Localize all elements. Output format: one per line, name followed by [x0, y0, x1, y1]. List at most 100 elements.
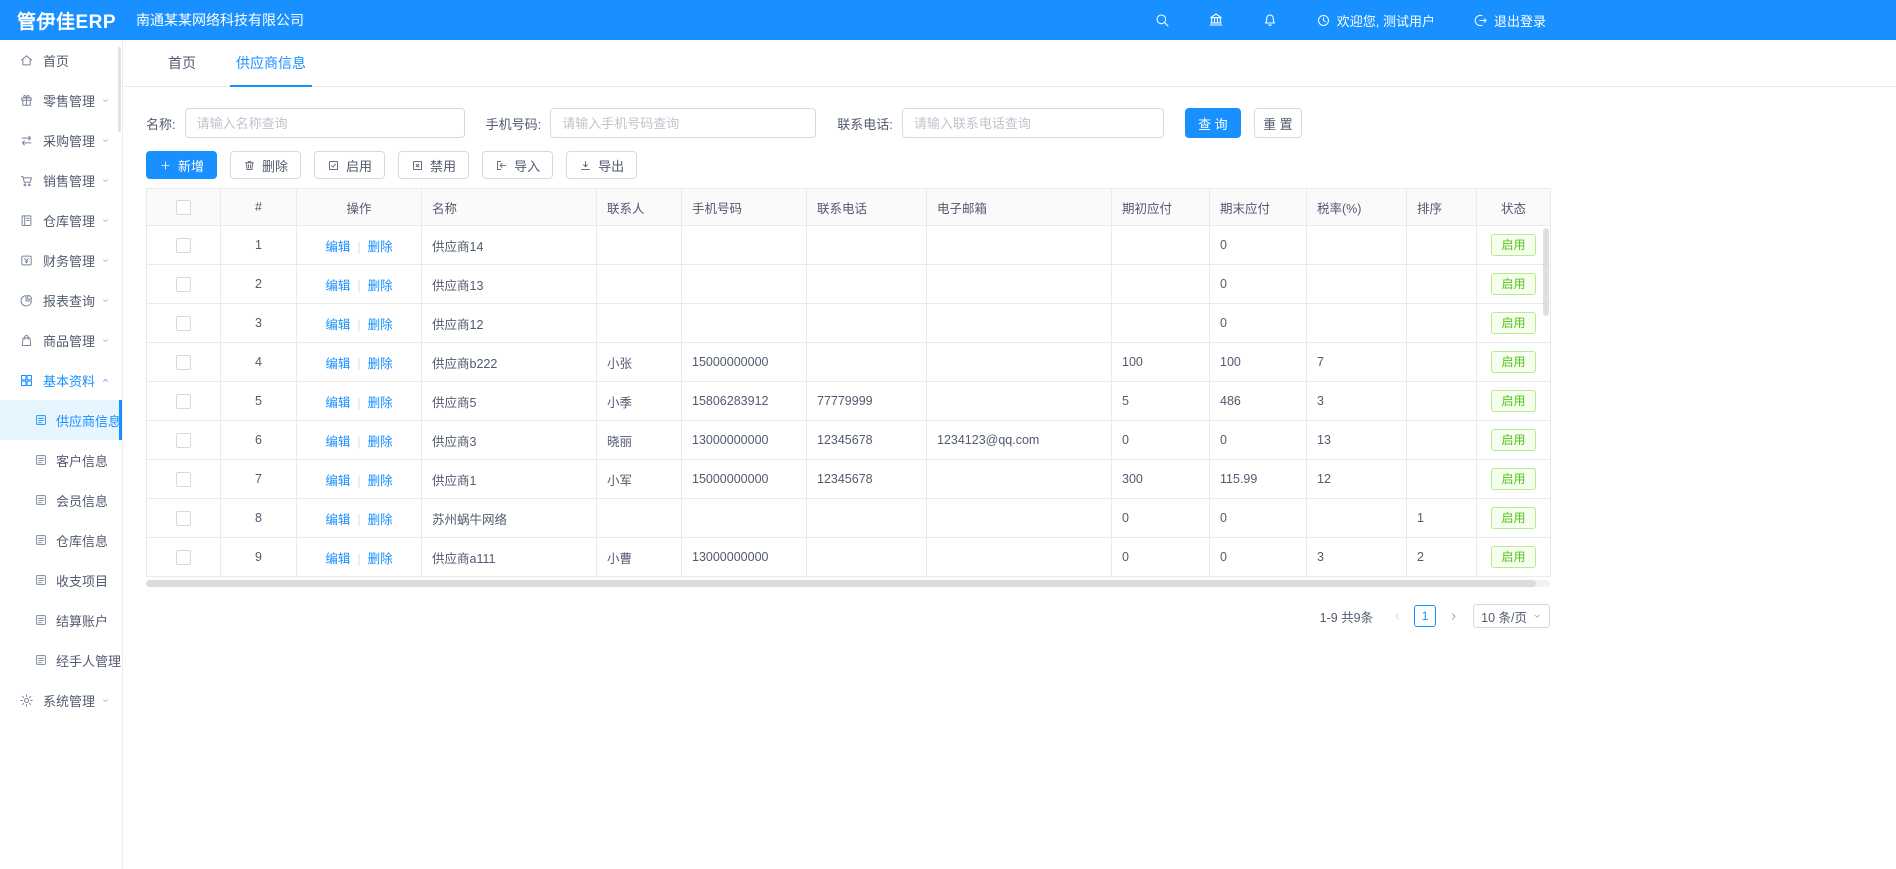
cell-phone — [807, 538, 927, 577]
toolbar: 新增删除启用禁用导入导出 — [146, 151, 1896, 179]
cell-end_payable: 115.99 — [1210, 460, 1307, 499]
vertical-scrollbar[interactable] — [1543, 228, 1549, 316]
sidebar-item-2[interactable]: 采购管理 — [0, 120, 122, 160]
edit-link[interactable]: 编辑 — [325, 396, 350, 410]
row-checkbox[interactable] — [176, 355, 191, 370]
sidebar-item-7[interactable]: 商品管理 — [0, 320, 122, 360]
edit-link[interactable]: 编辑 — [325, 318, 350, 332]
query-button[interactable]: 查 询 — [1185, 108, 1241, 138]
pie-chart-icon — [19, 293, 34, 308]
edit-link[interactable]: 编辑 — [325, 240, 350, 254]
sidebar-subitem-5[interactable]: 结算账户 — [0, 600, 122, 640]
row-select-cell — [147, 343, 221, 382]
next-page-button[interactable] — [1442, 605, 1464, 627]
page-number-button[interactable]: 1 — [1414, 605, 1436, 627]
horizontal-scrollbar[interactable] — [146, 580, 1536, 587]
sidebar-subitem-0[interactable]: 供应商信息 — [0, 400, 122, 440]
sidebar-subitem-1[interactable]: 客户信息 — [0, 440, 122, 480]
chevron-down-icon — [101, 136, 110, 145]
edit-link[interactable]: 编辑 — [325, 474, 350, 488]
sidebar-item-5[interactable]: 财务管理 — [0, 240, 122, 280]
cell-name: 供应商14 — [422, 226, 597, 265]
row-checkbox[interactable] — [176, 550, 191, 565]
sidebar-subitem-3[interactable]: 仓库信息 — [0, 520, 122, 560]
sidebar-item-label: 基本资料 — [43, 371, 95, 390]
edit-link[interactable]: 编辑 — [325, 435, 350, 449]
enable-button[interactable]: 启用 — [314, 151, 385, 179]
sidebar-item-3[interactable]: 销售管理 — [0, 160, 122, 200]
row-checkbox[interactable] — [176, 316, 191, 331]
import-button[interactable]: 导入 — [482, 151, 553, 179]
table-row: 9编辑|删除供应商a111小曹130000000000032启用 — [147, 538, 1551, 577]
tab-1[interactable]: 供应商信息 — [216, 40, 326, 86]
delete-link[interactable]: 删除 — [368, 513, 393, 527]
edit-link[interactable]: 编辑 — [325, 513, 350, 527]
row-checkbox[interactable] — [176, 394, 191, 409]
sidebar-item-0[interactable]: 首页 — [0, 40, 122, 80]
delete-link[interactable]: 删除 — [368, 396, 393, 410]
cell-contact — [597, 304, 682, 343]
delete-link[interactable]: 删除 — [368, 435, 393, 449]
row-checkbox[interactable] — [176, 238, 191, 253]
sidebar-item-1[interactable]: 零售管理 — [0, 80, 122, 120]
sidebar-subitem-4[interactable]: 收支项目 — [0, 560, 122, 600]
disable-button[interactable]: 禁用 — [398, 151, 469, 179]
row-checkbox[interactable] — [176, 277, 191, 292]
cell-contact: 小军 — [597, 460, 682, 499]
cell-contact — [597, 226, 682, 265]
row-checkbox[interactable] — [176, 433, 191, 448]
column-header-begin_payable: 期初应付 — [1112, 189, 1210, 226]
logout-button[interactable]: 退出登录 — [1473, 11, 1546, 30]
check-square-icon — [327, 159, 340, 172]
delete-link[interactable]: 删除 — [368, 318, 393, 332]
sidebar-item-9[interactable]: 系统管理 — [0, 680, 122, 720]
row-actions: 编辑|删除 — [297, 265, 422, 304]
delete-link[interactable]: 删除 — [368, 279, 393, 293]
export-button[interactable]: 导出 — [566, 151, 637, 179]
reset-button[interactable]: 重 置 — [1254, 108, 1302, 138]
bank-icon[interactable] — [1208, 12, 1224, 28]
sidebar: 首页零售管理采购管理销售管理仓库管理财务管理报表查询商品管理基本资料供应商信息客… — [0, 40, 123, 869]
add-button[interactable]: 新增 — [146, 151, 217, 179]
delete-link[interactable]: 删除 — [368, 240, 393, 254]
welcome-user[interactable]: 欢迎您, 测试用户 — [1316, 11, 1435, 30]
row-select-cell — [147, 304, 221, 343]
cell-tax_rate: 13 — [1307, 421, 1407, 460]
sidebar-item-label: 商品管理 — [43, 331, 95, 350]
cell-tax_rate: 3 — [1307, 382, 1407, 421]
sidebar-item-6[interactable]: 报表查询 — [0, 280, 122, 320]
sidebar-subitem-label: 收支项目 — [56, 571, 108, 590]
cell-end_payable: 0 — [1210, 538, 1307, 577]
page-size-select[interactable]: 10 条/页 — [1473, 604, 1550, 628]
sidebar-scrollbar[interactable] — [118, 47, 121, 132]
tab-0[interactable]: 首页 — [148, 40, 216, 86]
sidebar-item-8[interactable]: 基本资料 — [0, 360, 122, 400]
table-row: 8编辑|删除苏州蜗牛网络001启用 — [147, 499, 1551, 538]
cell-phone: 12345678 — [807, 460, 927, 499]
doc-icon — [34, 533, 48, 547]
bell-icon[interactable] — [1262, 12, 1278, 28]
sidebar-subitem-6[interactable]: 经手人管理 — [0, 640, 122, 680]
search-input-0[interactable] — [185, 108, 465, 138]
row-checkbox[interactable] — [176, 472, 191, 487]
select-all-checkbox[interactable] — [176, 200, 191, 215]
row-checkbox[interactable] — [176, 511, 191, 526]
table-row: 1编辑|删除供应商140启用 — [147, 226, 1551, 265]
edit-link[interactable]: 编辑 — [325, 552, 350, 566]
sidebar-subitem-2[interactable]: 会员信息 — [0, 480, 122, 520]
sidebar-item-4[interactable]: 仓库管理 — [0, 200, 122, 240]
cell-mobile — [682, 304, 807, 343]
delete-link[interactable]: 删除 — [368, 357, 393, 371]
search-input-1[interactable] — [550, 108, 816, 138]
cell-sort — [1407, 265, 1477, 304]
cell-phone — [807, 226, 927, 265]
prev-page-button[interactable] — [1386, 605, 1408, 627]
delete-button[interactable]: 删除 — [230, 151, 301, 179]
search-icon[interactable] — [1154, 12, 1170, 28]
search-input-2[interactable] — [902, 108, 1164, 138]
sidebar-item-label: 销售管理 — [43, 171, 95, 190]
edit-link[interactable]: 编辑 — [325, 357, 350, 371]
edit-link[interactable]: 编辑 — [325, 279, 350, 293]
delete-link[interactable]: 删除 — [368, 552, 393, 566]
delete-link[interactable]: 删除 — [368, 474, 393, 488]
